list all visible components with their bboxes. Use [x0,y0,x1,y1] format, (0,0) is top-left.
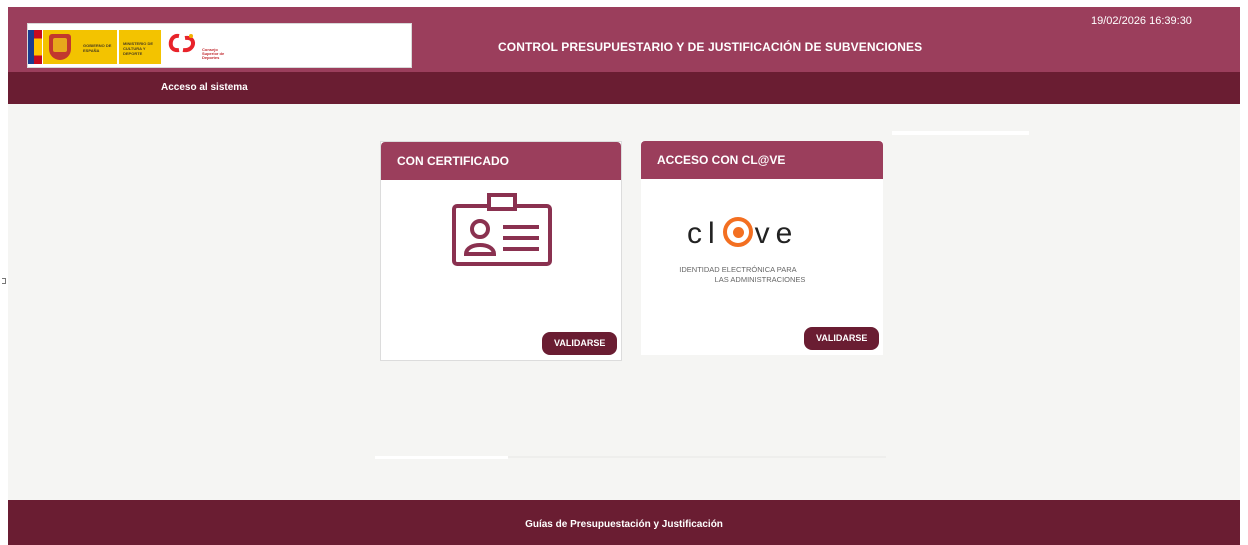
clave-card-header: ACCESO CON CL@VE [641,141,883,179]
certificate-card-title: CON CERTIFICADO [397,154,509,168]
csd-logo: Consejo Superior de Deportes [165,32,225,62]
gobierno-text: GOBIERNO DE ESPAÑA [83,43,112,53]
clave-logo: cl ve [687,217,798,251]
clave-logo-right: ve [754,217,799,250]
clave-subtitle-line1: IDENTIDAD ELECTRÓNICA PARA [679,265,797,274]
guides-link[interactable]: Guías de Presupuestación y Justificación [8,519,1240,530]
footer: Guías de Presupuestación y Justificación [8,500,1240,545]
certificate-card: CON CERTIFICADO VALIDARSE [380,141,622,361]
clave-logo-left: cl [687,217,721,250]
datetime: 19/02/2026 16:39:30 [1091,15,1192,27]
id-card-icon [452,193,552,266]
ministerio-text: MINISTERIO DE CULTURA Y DEPORTE [123,41,154,56]
gobierno-logo: GOBIERNO DE ESPAÑA [43,30,117,64]
access-label: Acceso al sistema [161,82,248,93]
clave-login-button[interactable]: VALIDARSE [804,327,880,350]
access-bar: Acceso al sistema [8,72,1240,104]
divider [375,456,508,459]
scroll-edge-icon [2,278,6,284]
coat-of-arms-icon [49,34,71,60]
clave-at-icon [722,217,753,248]
certificate-login-button[interactable]: VALIDARSE [542,332,618,355]
header: GOBIERNO DE ESPAÑA MINISTERIO DE CULTURA… [8,7,1240,72]
institutional-logos: GOBIERNO DE ESPAÑA MINISTERIO DE CULTURA… [27,23,412,68]
page-frame: GOBIERNO DE ESPAÑA MINISTERIO DE CULTURA… [8,7,1240,545]
csd-icon [168,33,195,53]
ministerio-logo: MINISTERIO DE CULTURA Y DEPORTE [119,30,161,64]
divider [508,456,886,458]
clave-card: ACCESO CON CL@VE cl ve IDENTIDAD ELECTRÓN… [641,141,883,355]
page-title: CONTROL PRESUPUESTARIO Y DE JUSTIFICACIÓ… [498,40,923,54]
csd-text: Consejo Superior de Deportes [202,47,225,60]
clave-subtitle-line2: LAS ADMINISTRACIONES [714,275,806,284]
certificate-card-header: CON CERTIFICADO [381,142,621,180]
clave-card-title: ACCESO CON CL@VE [657,153,786,167]
spain-flag-icon [34,30,42,64]
divider [892,131,1029,135]
